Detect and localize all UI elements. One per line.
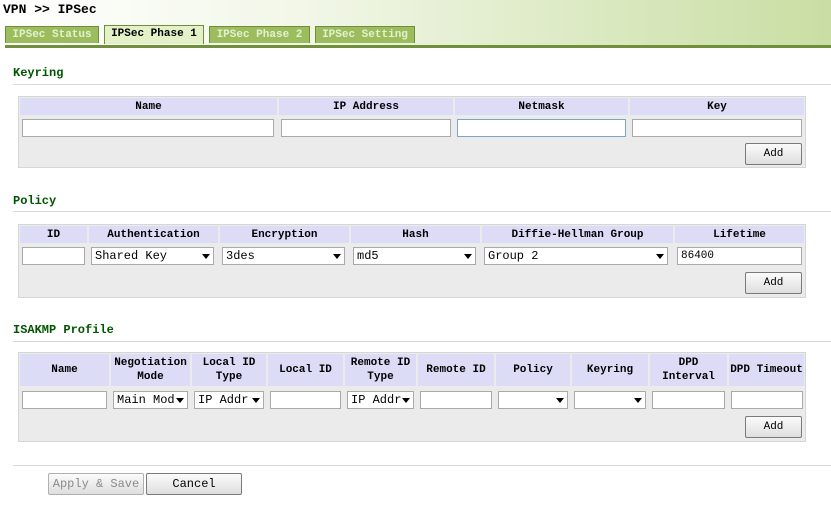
divider <box>13 84 831 85</box>
isakmp-policy-select[interactable] <box>498 391 568 409</box>
page-title: VPN >> IPSec <box>3 2 97 17</box>
dropdown-arrow-icon <box>202 254 210 259</box>
select-value: Shared Key <box>95 249 168 263</box>
policy-add-button[interactable]: Add <box>745 272 802 294</box>
divider <box>13 465 831 466</box>
keyring-col-netmask: Netmask <box>455 98 628 115</box>
policy-id-input[interactable] <box>22 247 85 265</box>
apply-save-button[interactable]: Apply & Save <box>48 473 144 495</box>
dropdown-arrow-icon <box>464 254 472 259</box>
isakmp-add-button[interactable]: Add <box>745 416 802 438</box>
policy-col-lifetime: Lifetime <box>675 226 804 243</box>
divider <box>13 341 831 342</box>
select-value: md5 <box>357 249 379 263</box>
keyring-col-key: Key <box>630 98 804 115</box>
policy-hash-select[interactable]: md5 <box>353 247 476 265</box>
dropdown-arrow-icon <box>556 398 564 403</box>
policy-lifetime-input[interactable] <box>677 247 802 265</box>
isakmp-col-policy: Policy <box>496 354 570 386</box>
keyring-ip-address-input[interactable] <box>281 119 451 137</box>
keyring-netmask-input[interactable] <box>457 119 626 137</box>
isakmp-col-keyring: Keyring <box>572 354 648 386</box>
isakmp-local-id-type-select[interactable]: IP Addr <box>194 391 264 409</box>
keyring-col-name: Name <box>20 98 277 115</box>
isakmp-negotiation-mode-select[interactable]: Main Mod <box>113 391 188 409</box>
isakmp-col-local-id: Local ID <box>268 354 343 386</box>
select-value: Main Mod <box>117 393 175 407</box>
tab-underline <box>5 45 831 48</box>
keyring-name-input[interactable] <box>22 119 274 137</box>
isakmp-col-remote-id: Remote ID <box>418 354 494 386</box>
dropdown-arrow-icon <box>402 398 410 403</box>
isakmp-col-name: Name <box>20 354 109 386</box>
divider <box>13 211 831 212</box>
isakmp-col-dpd-timeout: DPD Timeout <box>729 354 804 386</box>
select-value: Group 2 <box>488 249 539 263</box>
tab-ipsec-phase-1[interactable]: IPSec Phase 1 <box>104 25 204 44</box>
tab-ipsec-setting[interactable]: IPSec Setting <box>315 26 415 43</box>
policy-col-hash: Hash <box>351 226 480 243</box>
dropdown-arrow-icon <box>656 254 664 259</box>
select-value: IP Addr <box>351 393 402 407</box>
policy-encryption-select[interactable]: 3des <box>222 247 345 265</box>
isakmp-keyring-select[interactable] <box>574 391 646 409</box>
policy-section-title: Policy <box>13 194 57 208</box>
dropdown-arrow-icon <box>634 398 642 403</box>
select-value: 3des <box>226 249 255 263</box>
isakmp-col-remote-id-type: Remote ID Type <box>345 354 416 386</box>
keyring-key-input[interactable] <box>632 119 802 137</box>
isakmp-section-title: ISAKMP Profile <box>13 323 114 337</box>
keyring-col-ip-address: IP Address <box>279 98 453 115</box>
policy-dh-group-select[interactable]: Group 2 <box>484 247 668 265</box>
keyring-add-button[interactable]: Add <box>745 143 802 165</box>
isakmp-name-input[interactable] <box>22 391 107 409</box>
policy-col-id: ID <box>20 226 87 243</box>
isakmp-col-negotiation-mode: Negotiation Mode <box>111 354 190 386</box>
policy-col-authentication: Authentication <box>89 226 218 243</box>
isakmp-dpd-timeout-input[interactable] <box>731 391 803 409</box>
dropdown-arrow-icon <box>333 254 341 259</box>
isakmp-dpd-interval-input[interactable] <box>652 391 725 409</box>
policy-col-encryption: Encryption <box>220 226 349 243</box>
keyring-section-title: Keyring <box>13 66 64 80</box>
tab-ipsec-status[interactable]: IPSec Status <box>5 26 99 43</box>
cancel-button[interactable]: Cancel <box>146 473 242 495</box>
isakmp-local-id-input[interactable] <box>270 391 341 409</box>
isakmp-col-dpd-interval: DPD Interval <box>650 354 727 386</box>
dropdown-arrow-icon <box>252 398 260 403</box>
policy-col-dh-group: Diffie-Hellman Group <box>482 226 673 243</box>
isakmp-col-local-id-type: Local ID Type <box>192 354 266 386</box>
policy-authentication-select[interactable]: Shared Key <box>91 247 214 265</box>
dropdown-arrow-icon <box>176 398 184 403</box>
isakmp-remote-id-input[interactable] <box>420 391 492 409</box>
select-value: IP Addr <box>198 393 249 407</box>
isakmp-remote-id-type-select[interactable]: IP Addr <box>347 391 414 409</box>
tab-ipsec-phase-2[interactable]: IPSec Phase 2 <box>209 26 310 43</box>
